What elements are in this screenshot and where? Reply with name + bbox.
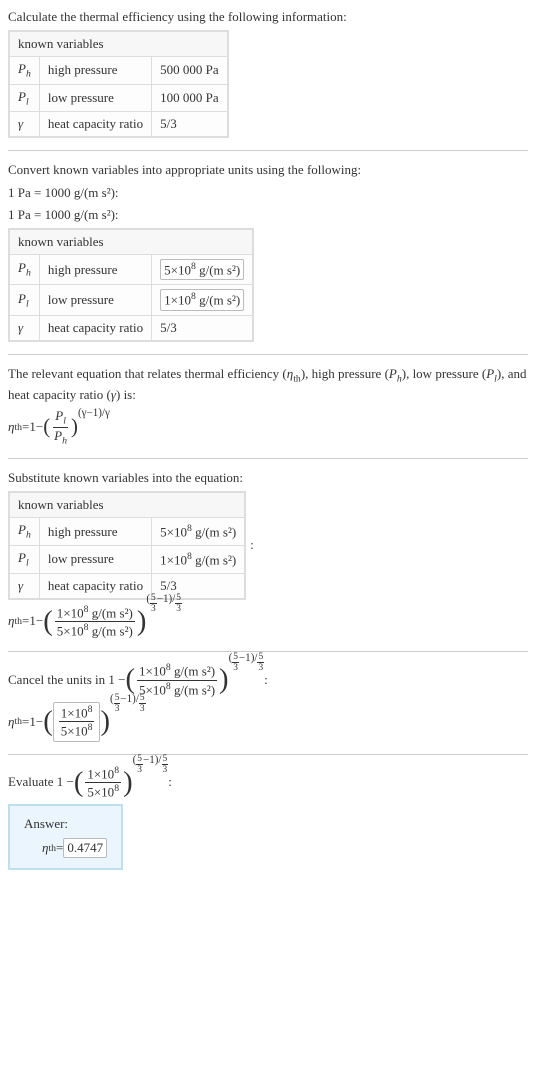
- step2-conv2: 1 Pa = 1000 g/(m s²):: [8, 206, 528, 224]
- table-row: Ph high pressure 500 000 Pa: [9, 57, 228, 85]
- step3-intro: The relevant equation that relates therm…: [8, 365, 528, 404]
- step4-equation: ηth = 1 − ( 1×108 g/(m s²) 5×108 g/(m s²…: [8, 604, 528, 640]
- divider: [8, 754, 528, 755]
- table-row: Pl low pressure 1×108 g/(m s²): [9, 285, 253, 315]
- divider: [8, 150, 528, 151]
- step4-table: known variables Ph high pressure 5×108 g…: [8, 491, 246, 599]
- table-row: γ heat capacity ratio 5/3: [9, 573, 245, 599]
- step3-equation: ηth = 1 − ( Pl Ph ) (γ−1)/γ: [8, 408, 528, 446]
- step5-equation: ηth = 1 − ( 1×108 5×108 ) (53−1)/53: [8, 702, 528, 742]
- divider: [8, 354, 528, 355]
- step-1: Calculate the thermal efficiency using t…: [8, 8, 528, 138]
- step2-conv1: 1 Pa = 1000 g/(m s²):: [8, 184, 528, 202]
- answer-value: 0.4747: [63, 838, 107, 858]
- step-2: Convert known variables into appropriate…: [8, 161, 528, 341]
- step4-intro: Substitute known variables into the equa…: [8, 469, 528, 487]
- step1-table: known variables Ph high pressure 500 000…: [8, 30, 229, 138]
- divider: [8, 651, 528, 652]
- table-row: Pl low pressure 1×108 g/(m s²): [9, 545, 245, 573]
- step-4: Substitute known variables into the equa…: [8, 469, 528, 639]
- table-row: γ heat capacity ratio 5/3: [9, 112, 228, 138]
- answer-label: Answer:: [24, 816, 107, 832]
- table-row: Ph high pressure 5×108 g/(m s²): [9, 254, 253, 284]
- step-6: Evaluate 1 − ( 1×108 5×108 ) (53−1)/53 :…: [8, 765, 528, 871]
- answer-equation: ηth = 0.4747: [24, 838, 107, 858]
- divider: [8, 458, 528, 459]
- step6-intro: Evaluate 1 − ( 1×108 5×108 ) (53−1)/53 :: [8, 765, 528, 801]
- table-row: γ heat capacity ratio 5/3: [9, 315, 253, 341]
- answer-box: Answer: ηth = 0.4747: [8, 804, 123, 870]
- table-row: Ph high pressure 5×108 g/(m s²): [9, 518, 245, 546]
- step1-table-header: known variables: [9, 31, 228, 57]
- step-3: The relevant equation that relates therm…: [8, 365, 528, 447]
- step2-intro: Convert known variables into appropriate…: [8, 161, 528, 179]
- table-row: Pl low pressure 100 000 Pa: [9, 84, 228, 112]
- step2-table: known variables Ph high pressure 5×108 g…: [8, 228, 254, 342]
- step-5: Cancel the units in 1 − ( 1×108 g/(m s²)…: [8, 662, 528, 741]
- step1-intro: Calculate the thermal efficiency using t…: [8, 8, 528, 26]
- step5-intro: Cancel the units in 1 − ( 1×108 g/(m s²)…: [8, 662, 528, 698]
